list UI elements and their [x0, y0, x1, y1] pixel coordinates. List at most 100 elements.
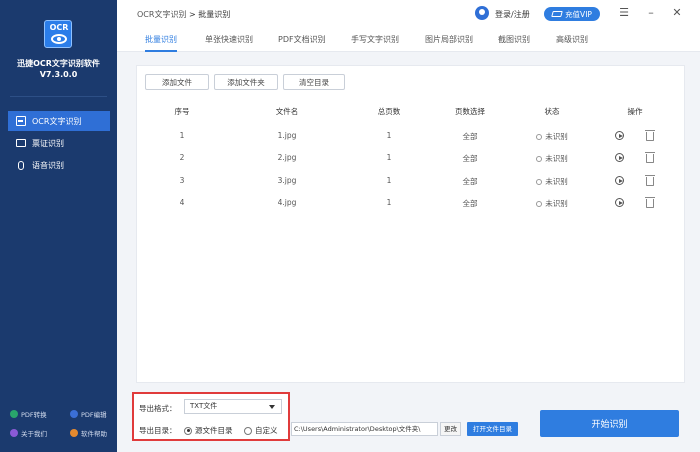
- column-header-page-select: 页数选择: [455, 107, 485, 116]
- about-link[interactable]: 关于我们: [10, 428, 47, 438]
- radio-checked-icon: [184, 426, 192, 435]
- eye-icon: [51, 34, 67, 44]
- breadcrumb: OCR文字识别 > 批量识别: [137, 9, 230, 20]
- row-page-select[interactable]: 全部: [445, 176, 495, 187]
- pdf-edit-icon: [70, 410, 78, 418]
- row-pages: 1: [386, 198, 392, 207]
- chevron-down-icon: [269, 405, 275, 409]
- table-row: 2 2.jpg 1 全部 未识别: [137, 147, 684, 169]
- about-icon: [10, 429, 18, 437]
- sidebar-item-label: OCR文字识别: [32, 116, 82, 126]
- row-page-select[interactable]: 全部: [445, 131, 495, 142]
- tab-batch[interactable]: 批量识别: [145, 34, 177, 52]
- breadcrumb-root[interactable]: OCR文字识别: [137, 10, 186, 19]
- play-icon[interactable]: [615, 198, 624, 207]
- sidebar-item-ocr[interactable]: OCR文字识别: [8, 111, 110, 131]
- status-text: 未识别: [545, 177, 568, 186]
- sidebar-divider: [10, 96, 107, 97]
- row-filename: 1.jpg: [277, 131, 297, 140]
- row-index: 2: [179, 153, 185, 162]
- table-row: 3 3.jpg 1 全部 未识别: [137, 170, 684, 192]
- table-row: 4 4.jpg 1 全部 未识别: [137, 192, 684, 214]
- app-logo: OCR: [44, 20, 72, 48]
- pdf-convert-link[interactable]: PDF转换: [10, 409, 47, 419]
- column-header-filename: 文件名: [275, 107, 299, 116]
- play-icon[interactable]: [615, 131, 624, 140]
- status-text: 未识别: [545, 132, 568, 141]
- row-pages: 1: [386, 131, 392, 140]
- row-page-select[interactable]: 全部: [445, 198, 495, 209]
- login-link[interactable]: 登录/注册: [495, 9, 530, 20]
- pdf-edit-link[interactable]: PDF编辑: [70, 409, 107, 419]
- sidebar-item-label: 票证识别: [32, 138, 64, 148]
- tab-advanced[interactable]: 高级识别: [556, 34, 588, 52]
- export-settings: 导出格式： TXT文件 导出目录： 源文件目录 自定义: [132, 392, 290, 441]
- status-text: 未识别: [545, 154, 568, 163]
- file-list-panel: 添加文件 添加文件夹 清空目录 序号 文件名 总页数 页数选择 状态 操作 1 …: [136, 65, 685, 383]
- mic-icon: [18, 160, 24, 170]
- user-icon[interactable]: [475, 6, 489, 20]
- pdf-convert-icon: [10, 410, 18, 418]
- radio-source-dir[interactable]: 源文件目录: [184, 425, 233, 436]
- output-path-field[interactable]: C:\Users\Administrator\Desktop\文件夹\: [291, 422, 438, 436]
- tab-screenshot[interactable]: 截图识别: [498, 34, 530, 52]
- trash-icon[interactable]: [645, 130, 655, 141]
- play-icon[interactable]: [615, 176, 624, 185]
- function-tabs: 批量识别 单张快速识别 PDF文档识别 手写文字识别 图片局部识别 截图识别 高…: [117, 30, 700, 52]
- trash-icon[interactable]: [645, 197, 655, 208]
- row-filename: 4.jpg: [277, 198, 297, 207]
- play-icon[interactable]: [615, 153, 624, 162]
- trash-icon[interactable]: [645, 152, 655, 163]
- help-icon: [70, 429, 78, 437]
- start-recognition-button[interactable]: 开始识别: [540, 410, 679, 437]
- logo-text: OCR: [49, 23, 69, 32]
- about-label: 关于我们: [21, 430, 47, 438]
- tab-pdf[interactable]: PDF文档识别: [278, 34, 326, 52]
- help-label: 软件帮助: [81, 430, 107, 438]
- export-format-value: TXT文件: [190, 402, 218, 410]
- change-path-button[interactable]: 更改: [440, 422, 461, 436]
- top-bar: OCR文字识别 > 批量识别 登录/注册 充值VIP ☰ – ✕: [117, 0, 700, 30]
- row-index: 4: [179, 198, 185, 207]
- app-version: V7.3.0.0: [39, 70, 78, 79]
- pdf-convert-label: PDF转换: [21, 411, 47, 419]
- column-header-actions: 操作: [627, 107, 643, 116]
- add-file-button[interactable]: 添加文件: [145, 74, 209, 90]
- menu-icon[interactable]: ☰: [617, 6, 631, 20]
- row-status: 未识别: [527, 176, 577, 187]
- clear-list-button[interactable]: 清空目录: [283, 74, 345, 90]
- sidebar-item-label: 语音识别: [32, 160, 64, 170]
- close-icon[interactable]: ✕: [670, 6, 684, 20]
- tab-partial[interactable]: 图片局部识别: [425, 34, 473, 52]
- trash-icon[interactable]: [645, 175, 655, 186]
- column-header-pages: 总页数: [377, 107, 401, 116]
- row-status: 未识别: [527, 153, 577, 164]
- sidebar-item-ticket[interactable]: 票证识别: [8, 133, 110, 153]
- open-folder-button[interactable]: 打开文件目录: [467, 422, 518, 436]
- radio-unchecked-icon: [244, 426, 252, 435]
- row-status: 未识别: [527, 131, 577, 142]
- row-pages: 1: [386, 176, 392, 185]
- row-page-select[interactable]: 全部: [445, 153, 495, 164]
- vip-label: 充值VIP: [565, 9, 592, 19]
- row-filename: 2.jpg: [277, 153, 297, 162]
- row-filename: 3.jpg: [277, 176, 297, 185]
- sidebar-item-voice[interactable]: 语音识别: [8, 155, 110, 175]
- row-index: 1: [179, 131, 185, 140]
- breadcrumb-current: > 批量识别: [189, 10, 231, 19]
- add-folder-button[interactable]: 添加文件夹: [214, 74, 278, 90]
- column-header-index: 序号: [174, 107, 190, 116]
- minimize-icon[interactable]: –: [644, 6, 658, 20]
- export-format-label: 导出格式：: [139, 404, 177, 413]
- status-dot-icon: [536, 201, 543, 207]
- vip-button[interactable]: 充值VIP: [544, 7, 600, 21]
- radio-source-label: 源文件目录: [195, 426, 233, 435]
- tab-handwriting[interactable]: 手写文字识别: [351, 34, 399, 52]
- tab-single[interactable]: 单张快速识别: [205, 34, 253, 52]
- radio-custom-label: 自定义: [255, 426, 278, 435]
- status-dot-icon: [536, 134, 543, 140]
- help-link[interactable]: 软件帮助: [70, 428, 107, 438]
- radio-custom-dir[interactable]: 自定义: [244, 425, 278, 436]
- export-format-select[interactable]: TXT文件: [184, 399, 282, 414]
- scan-icon: [16, 116, 26, 126]
